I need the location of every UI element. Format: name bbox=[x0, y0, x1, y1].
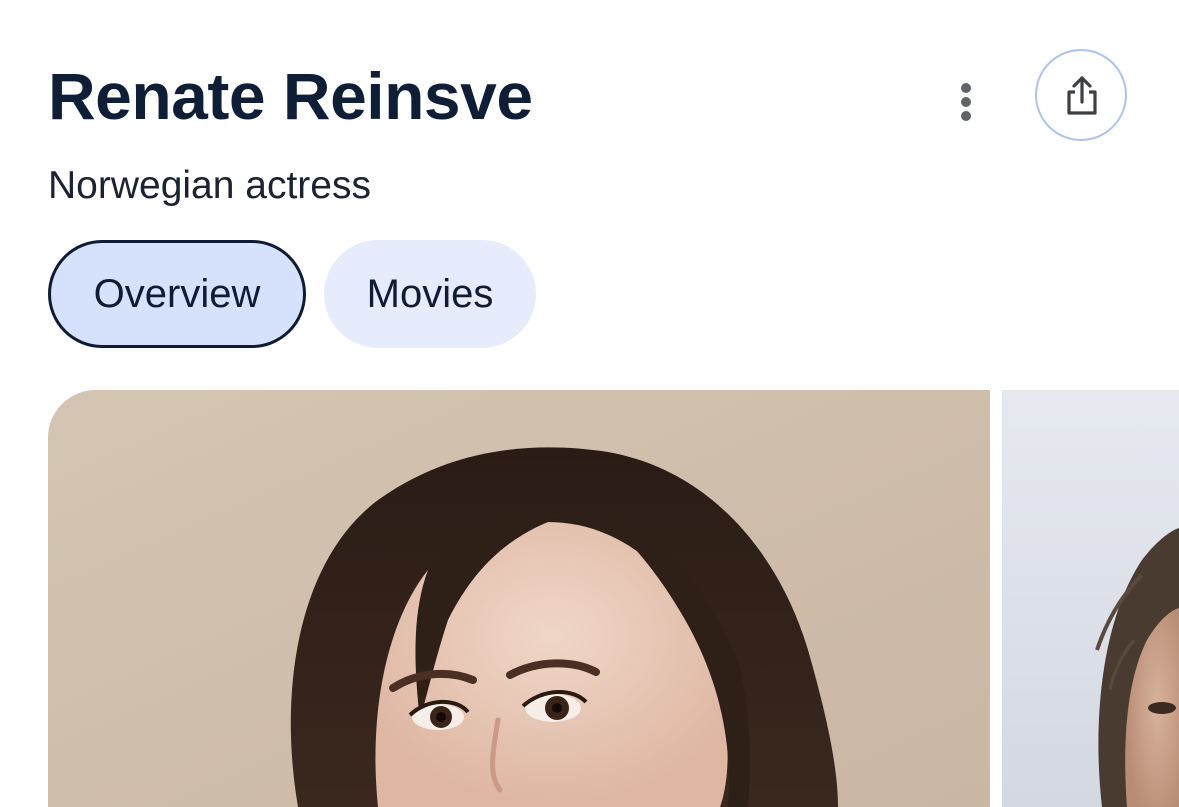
page-title: Renate Reinsve bbox=[48, 59, 533, 133]
portrait-image bbox=[48, 390, 990, 807]
portrait-photo-secondary[interactable] bbox=[1002, 390, 1179, 807]
tab-overview[interactable]: Overview bbox=[48, 240, 306, 348]
more-vert-icon bbox=[961, 83, 971, 121]
share-button[interactable] bbox=[1035, 49, 1127, 141]
knowledge-panel: Renate Reinsve Norwegian actress Overvie… bbox=[0, 0, 1179, 807]
share-icon bbox=[1067, 76, 1097, 115]
entity-description: Norwegian actress bbox=[48, 164, 371, 207]
tab-label: Overview bbox=[93, 271, 261, 316]
tab-movies[interactable]: Movies bbox=[324, 240, 536, 348]
portrait-photo-main[interactable] bbox=[48, 390, 990, 807]
more-options-button[interactable] bbox=[938, 72, 994, 132]
portrait-image bbox=[1002, 390, 1179, 807]
tab-label: Movies bbox=[366, 271, 494, 316]
